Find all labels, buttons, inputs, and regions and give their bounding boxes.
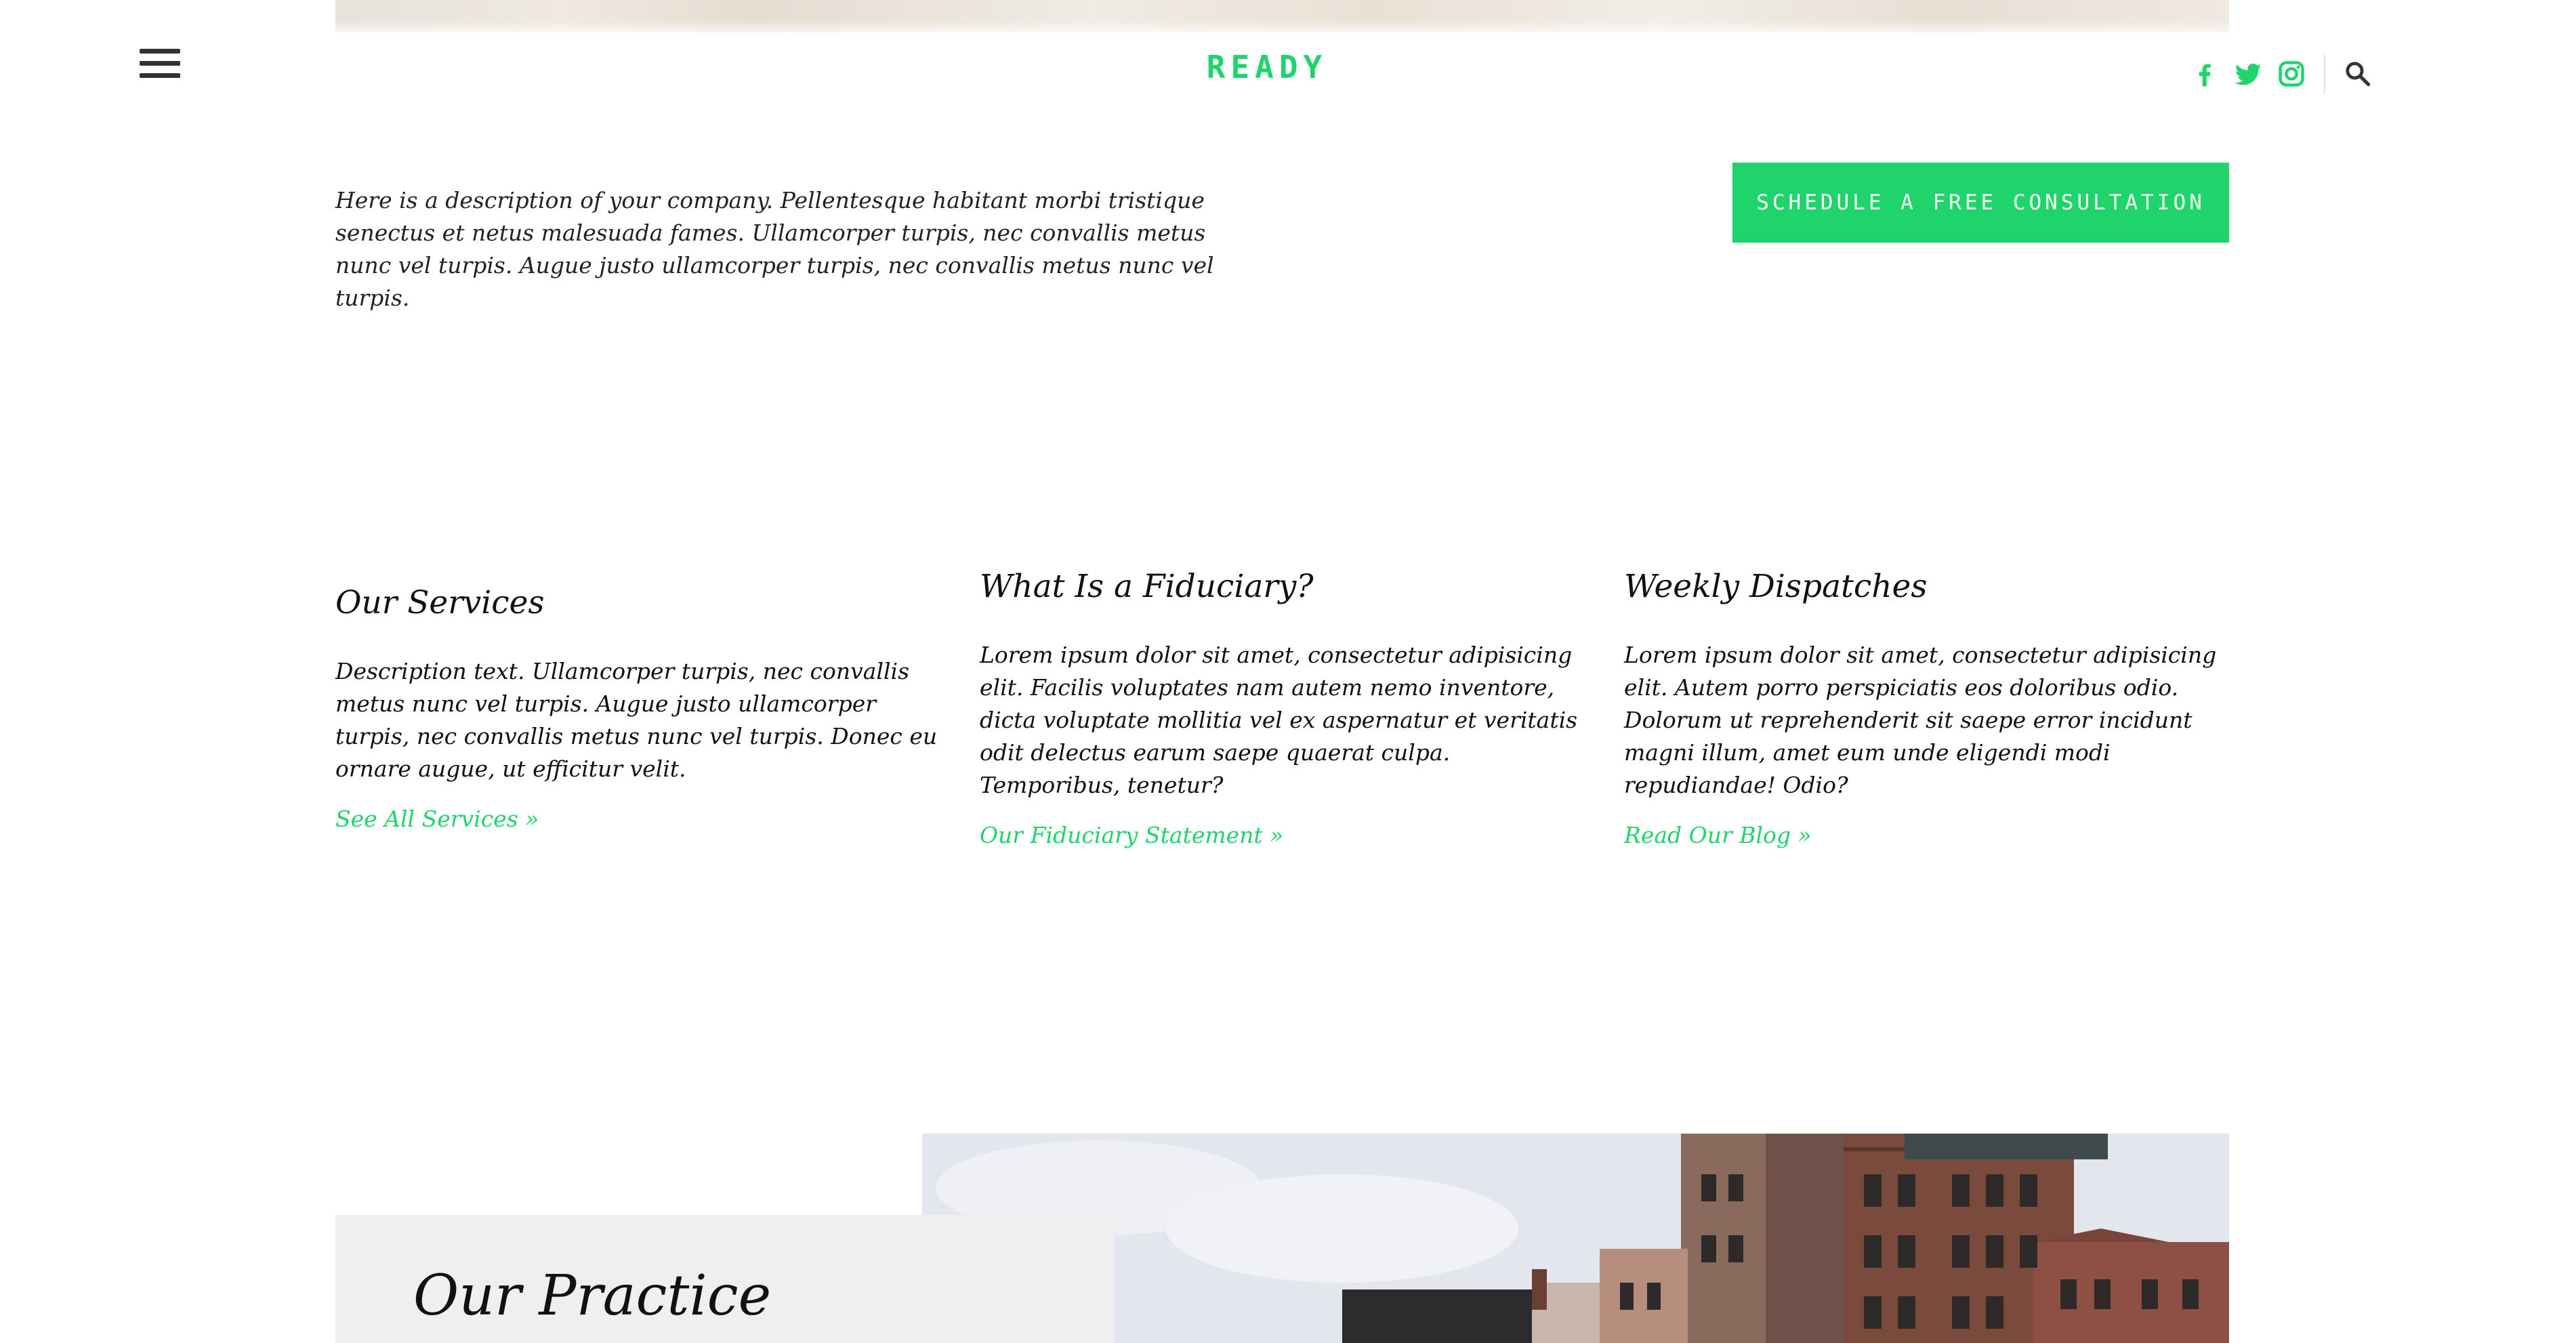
search-icon[interactable] [2343,59,2373,89]
building-illustration [922,1134,2229,1343]
practice-card: Our Practice [335,1215,1115,1343]
hamburger-menu-icon[interactable] [140,49,180,80]
column-title: Our Services [335,584,545,621]
facebook-icon[interactable] [2190,59,2220,89]
fiduciary-statement-link[interactable]: Our Fiduciary Statement » [980,822,1590,848]
column-text: Lorem ipsum dolor sit amet, consectetur … [980,642,1578,798]
social-links [2190,54,2373,94]
column-title: What Is a Fiduciary? [980,568,1314,605]
fiduciary-column: What Is a Fiduciary? Lorem ipsum dolor s… [980,568,1590,848]
column-text: Lorem ipsum dolor sit amet, consectetur … [1624,642,2217,798]
column-text: Description text. Ullamcorper turpis, ne… [335,658,938,782]
column-title: Weekly Dispatches [1624,568,1928,605]
read-blog-link[interactable]: Read Our Blog » [1624,822,2234,848]
company-description: Here is a description of your company. P… [335,187,1214,311]
hero-image [335,0,2229,33]
see-all-services-link[interactable]: See All Services » [335,806,945,832]
practice-building-photo [922,1134,2229,1343]
header-divider [2324,54,2325,94]
practice-title: Our Practice [413,1264,772,1328]
services-column: Our Services Description text. Ullamcorp… [335,584,945,832]
instagram-icon[interactable] [2277,59,2306,89]
site-logo[interactable]: READY [1192,49,1342,85]
schedule-consultation-button[interactable]: SCHEDULE A FREE CONSULTATION [1732,163,2229,243]
dispatches-column: Weekly Dispatches Lorem ipsum dolor sit … [1624,568,2234,848]
twitter-icon[interactable] [2233,59,2263,89]
